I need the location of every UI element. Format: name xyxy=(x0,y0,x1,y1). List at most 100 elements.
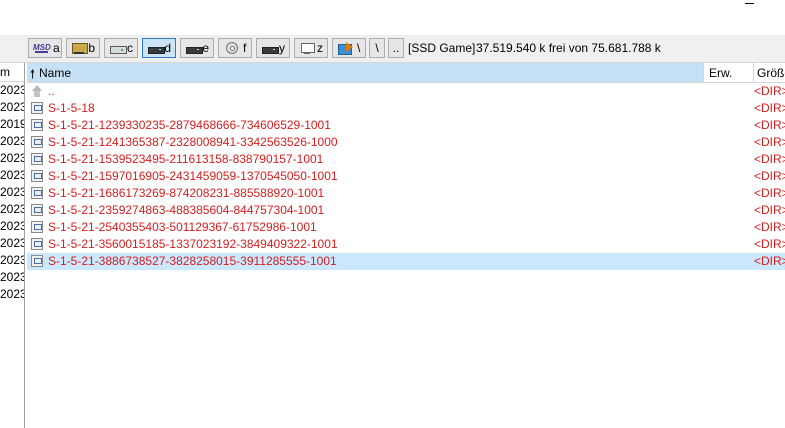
nav-label: \ xyxy=(357,41,361,55)
left-date-cell: 2023 xyxy=(0,168,25,182)
file-row[interactable]: S-1-5-21-2359274863-488385604-844757304-… xyxy=(27,202,785,219)
file-name: S-1-5-21-1597016905-2431459059-137054505… xyxy=(48,169,338,183)
navigate-root-icon xyxy=(337,42,354,55)
folder-icon xyxy=(31,221,43,233)
file-row[interactable]: S-1-5-18 <DIR> xyxy=(27,100,785,117)
file-size: <DIR> xyxy=(754,186,785,200)
file-row[interactable]: S-1-5-21-1539523495-211613158-838790157-… xyxy=(27,151,785,168)
column-name-label: Name xyxy=(39,66,72,80)
file-size: <DIR> xyxy=(754,152,785,166)
column-header-row: 🠕 Name Erw. Größe xyxy=(27,63,785,83)
drive-letter: z xyxy=(317,41,323,55)
drive-letter: c xyxy=(127,41,133,55)
column-size-label: Größe xyxy=(757,66,785,80)
up-folder-icon xyxy=(31,85,43,97)
left-date-cell: 2023 xyxy=(0,219,25,233)
left-date-cell: 2023 xyxy=(0,83,25,97)
file-row[interactable]: S-1-5-21-2540355403-501129367-61752986-1… xyxy=(27,219,785,236)
folder-icon xyxy=(31,187,43,199)
file-row[interactable]: S-1-5-21-1597016905-2431459059-137054505… xyxy=(27,168,785,185)
root-directory-button[interactable]: \ xyxy=(369,38,385,58)
file-size: <DIR> xyxy=(754,203,785,217)
file-size: <DIR> xyxy=(754,101,785,115)
drive-button-f[interactable]: f xyxy=(218,38,252,58)
column-header-name[interactable]: 🠕 Name xyxy=(27,63,704,82)
drive-button-e[interactable]: e xyxy=(180,38,214,58)
file-row[interactable]: S-1-5-21-1686173269-874208231-885588920-… xyxy=(27,185,785,202)
file-name: S-1-5-21-1241365387-2328008941-334256352… xyxy=(48,135,338,149)
drive-letter: e xyxy=(202,41,209,55)
drive-button-z[interactable]: z xyxy=(294,38,328,58)
folder-icon xyxy=(31,170,43,182)
file-row[interactable]: S-1-5-21-1239330235-2879468666-734606529… xyxy=(27,117,785,134)
left-date-cell: 2023 xyxy=(0,270,25,284)
folder-icon xyxy=(31,204,43,216)
network-drive-icon xyxy=(299,42,315,54)
usb-drive-icon xyxy=(71,42,89,54)
hdd-icon xyxy=(109,42,127,54)
file-name: S-1-5-21-1539523495-211613158-838790157-… xyxy=(48,152,324,166)
free-space-info: 37.519.540 k frei von 75.681.788 k xyxy=(476,41,661,55)
file-row-parent[interactable]: .. <DIR> xyxy=(27,83,785,100)
parent-directory-button[interactable]: .. xyxy=(388,38,404,58)
column-header-size[interactable]: Größe xyxy=(754,63,785,82)
drive-button-c[interactable]: c xyxy=(104,38,138,58)
left-column-header[interactable]: m xyxy=(0,63,24,82)
file-row-selected[interactable]: S-1-5-21-3886738527-3828258015-391128555… xyxy=(27,253,785,270)
file-size: <DIR> xyxy=(754,169,785,183)
dark-drive-icon xyxy=(147,42,166,54)
file-size: <DIR> xyxy=(754,135,785,149)
left-date-cell: 2023 xyxy=(0,151,25,165)
file-name: S-1-5-21-3560015185-1337023192-384940932… xyxy=(48,237,338,251)
folder-icon xyxy=(31,255,43,267)
file-name: S-1-5-21-2540355403-501129367-61752986-1… xyxy=(48,220,317,234)
file-size: <DIR> xyxy=(754,118,785,132)
drive-button-a[interactable]: MSD a xyxy=(28,38,62,58)
drive-letter: f xyxy=(243,41,247,55)
right-file-panel[interactable]: 🠕 Name Erw. Größe .. <DIR> S-1-5-18 <DIR… xyxy=(27,63,785,428)
title-area xyxy=(0,0,785,35)
drive-letter: d xyxy=(164,41,171,55)
drive-button-d[interactable]: d xyxy=(142,38,176,58)
left-date-cell: 2023 xyxy=(0,202,25,216)
navigate-root-button[interactable]: \ xyxy=(332,38,366,58)
left-date-cell: 2023 xyxy=(0,287,25,301)
file-list: .. <DIR> S-1-5-18 <DIR> S-1-5-21-1239330… xyxy=(27,83,785,270)
file-size: <DIR> xyxy=(754,220,785,234)
folder-icon xyxy=(31,102,43,114)
file-name: S-1-5-21-1686173269-874208231-885588920-… xyxy=(48,186,325,200)
folder-icon xyxy=(31,119,43,131)
folder-icon xyxy=(31,238,43,250)
dark-drive-icon xyxy=(185,42,204,54)
left-date-cell: 2023 xyxy=(0,100,25,114)
left-date-cell: 2023 xyxy=(0,134,25,148)
file-size: <DIR> xyxy=(754,84,785,98)
file-name: S-1-5-21-1239330235-2879468666-734606529… xyxy=(48,118,331,132)
drive-button-b[interactable]: b xyxy=(66,38,100,58)
drive-bar: MSD a b c d e f y z \ \ .. xyxy=(0,35,785,63)
column-ext-label: Erw. xyxy=(709,66,733,80)
drive-letter: y xyxy=(279,41,285,55)
left-date-cell: 2019 xyxy=(0,117,25,131)
column-header-ext[interactable]: Erw. xyxy=(704,63,754,82)
dark-drive-icon xyxy=(261,42,279,54)
folder-icon xyxy=(31,153,43,165)
drive-button-y[interactable]: y xyxy=(256,38,290,58)
file-name: S-1-5-21-2359274863-488385604-844757304-… xyxy=(48,203,325,217)
left-date-cell: 2023 xyxy=(0,185,25,199)
left-file-panel[interactable]: m 2023 2023 2019 2023 2023 2023 2023 202… xyxy=(0,63,25,428)
minimize-icon[interactable] xyxy=(745,3,754,4)
cd-drive-icon xyxy=(223,42,240,54)
volume-label: [SSD Game] xyxy=(408,41,476,55)
folder-icon xyxy=(31,136,43,148)
file-name: S-1-5-21-3886738527-3828258015-391128555… xyxy=(48,254,337,268)
file-row[interactable]: S-1-5-21-1241365387-2328008941-334256352… xyxy=(27,134,785,151)
file-row[interactable]: S-1-5-21-3560015185-1337023192-384940932… xyxy=(27,236,785,253)
file-name: .. xyxy=(48,84,55,98)
file-size: <DIR> xyxy=(754,254,785,268)
file-name: S-1-5-18 xyxy=(48,101,95,115)
left-date-cell: 2023 xyxy=(0,236,25,250)
left-date-cell: 2023 xyxy=(0,253,25,267)
msd-drive-icon: MSD xyxy=(33,43,51,53)
file-size: <DIR> xyxy=(754,237,785,251)
